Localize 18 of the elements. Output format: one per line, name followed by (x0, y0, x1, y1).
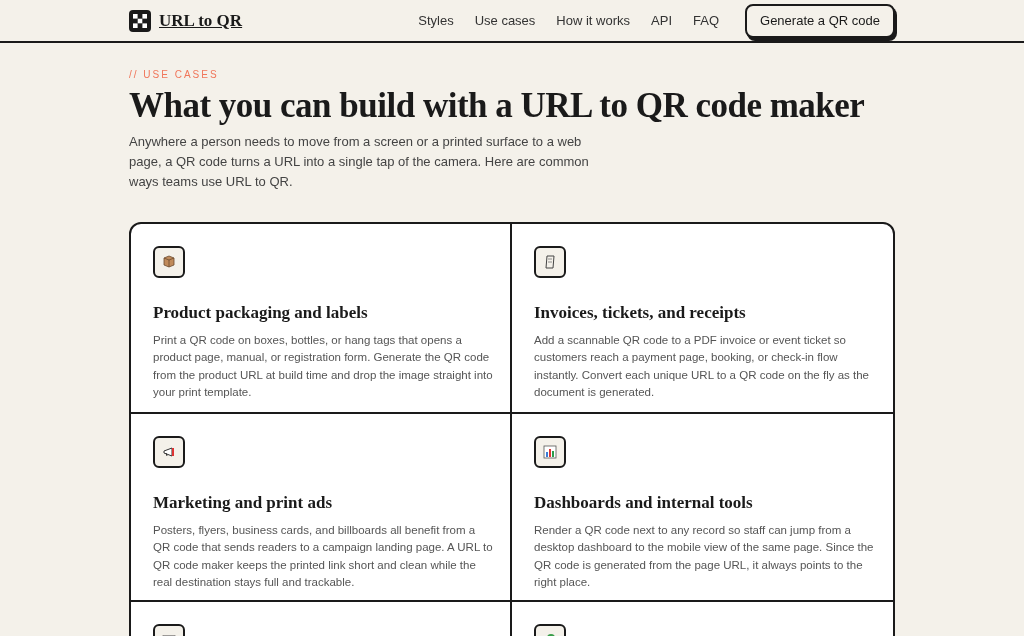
nav-link[interactable]: How it works (556, 10, 631, 31)
card-description: Add a scannable QR code to a PDF invoice or event ticket so customers reach a payment page, booking, or check-in flow instantly. Convert each unique URL to a QR code on the fly as the document is generated. (534, 332, 870, 400)
card-description: Posters, flyers, business cards, and billboards all benefit from a QR code that sends readers to a campaign landing page. A URL to QR code maker keeps the printed link short and clean while the real destination stays full and trackable. (153, 522, 493, 590)
card-description: Render a QR code next to any record so staff can jump from a desktop dashboard to the mobile view of the same page. Since the QR code is generated from the page URL, it always points to the right place. (534, 522, 874, 590)
nav-link[interactable]: Use cases (474, 10, 536, 31)
nav-link[interactable]: API (651, 10, 672, 31)
section-eyebrow: // USE CASES (129, 68, 220, 82)
nav-link[interactable]: Styles (418, 10, 454, 31)
logo-link[interactable]: URL to QR (159, 7, 243, 34)
generate-button[interactable]: Generate a QR code (745, 3, 895, 38)
card-title: Dashboards and internal tools (534, 492, 754, 514)
card-title: Product packaging and labels (153, 302, 369, 324)
card-description: Print a QR code on boxes, bottles, or hang tags that opens a product page, manual, or registration form. Generate the QR code from the product URL at build time and drop the image straight into your print template. (153, 332, 493, 400)
page-heading: What you can build with a URL to QR code maker (129, 86, 866, 126)
nav-link[interactable]: FAQ (693, 10, 720, 31)
card-title: Marketing and print ads (153, 492, 333, 514)
intro-paragraph: Anywhere a person needs to move from a screen or a printed surface to a web page, a QR code turns a URL into a single tap of the camera. Here are common ways teams use URL to QR. (129, 133, 590, 191)
card-title: Invoices, tickets, and receipts (534, 302, 747, 324)
